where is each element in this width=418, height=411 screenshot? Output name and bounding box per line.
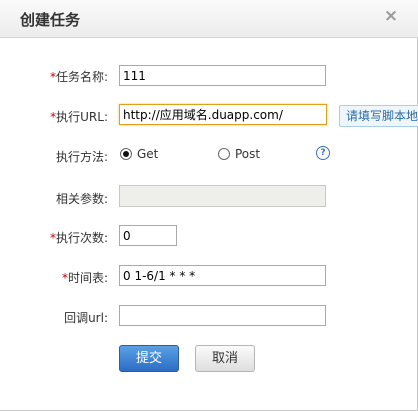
create-task-dialog: 创建任务 × *任务名称: *执行URL: 请填写脚本地 执行方法: Get P… bbox=[0, 0, 418, 411]
schedule-input[interactable] bbox=[119, 265, 326, 286]
exec-url-input[interactable] bbox=[119, 104, 327, 125]
exec-method-label: 执行方法: bbox=[55, 150, 108, 164]
submit-button[interactable]: 提交 bbox=[119, 345, 179, 372]
task-name-input[interactable] bbox=[119, 65, 326, 86]
dialog-title: 创建任务 bbox=[20, 11, 81, 29]
exec-url-label-text: 执行URL: bbox=[56, 110, 108, 124]
method-post-radio[interactable] bbox=[218, 148, 230, 160]
task-name-label: *任务名称: bbox=[0, 68, 108, 85]
exec-count-input[interactable] bbox=[119, 225, 177, 246]
exec-count-label: *执行次数: bbox=[0, 229, 108, 246]
help-icon[interactable]: ? bbox=[316, 146, 330, 160]
close-icon[interactable]: × bbox=[381, 5, 401, 27]
exec-url-hint: 请填写脚本地 bbox=[339, 105, 418, 127]
callback-url-label: 回调url: bbox=[64, 311, 108, 325]
exec-count-label-text: 执行次数: bbox=[55, 231, 108, 245]
cancel-button[interactable]: 取消 bbox=[195, 345, 255, 372]
schedule-label-text: 时间表: bbox=[67, 271, 108, 285]
method-post-label[interactable]: Post bbox=[235, 147, 260, 161]
params-input bbox=[119, 185, 326, 207]
method-get-label[interactable]: Get bbox=[137, 147, 158, 161]
task-name-label-text: 任务名称: bbox=[55, 70, 108, 84]
schedule-label: *时间表: bbox=[0, 269, 108, 286]
params-label: 相关参数: bbox=[55, 192, 108, 206]
method-get-radio[interactable] bbox=[120, 148, 132, 160]
callback-url-input[interactable] bbox=[119, 305, 326, 326]
exec-url-label: *执行URL: bbox=[0, 108, 108, 125]
dialog-header: 创建任务 × bbox=[0, 0, 418, 38]
